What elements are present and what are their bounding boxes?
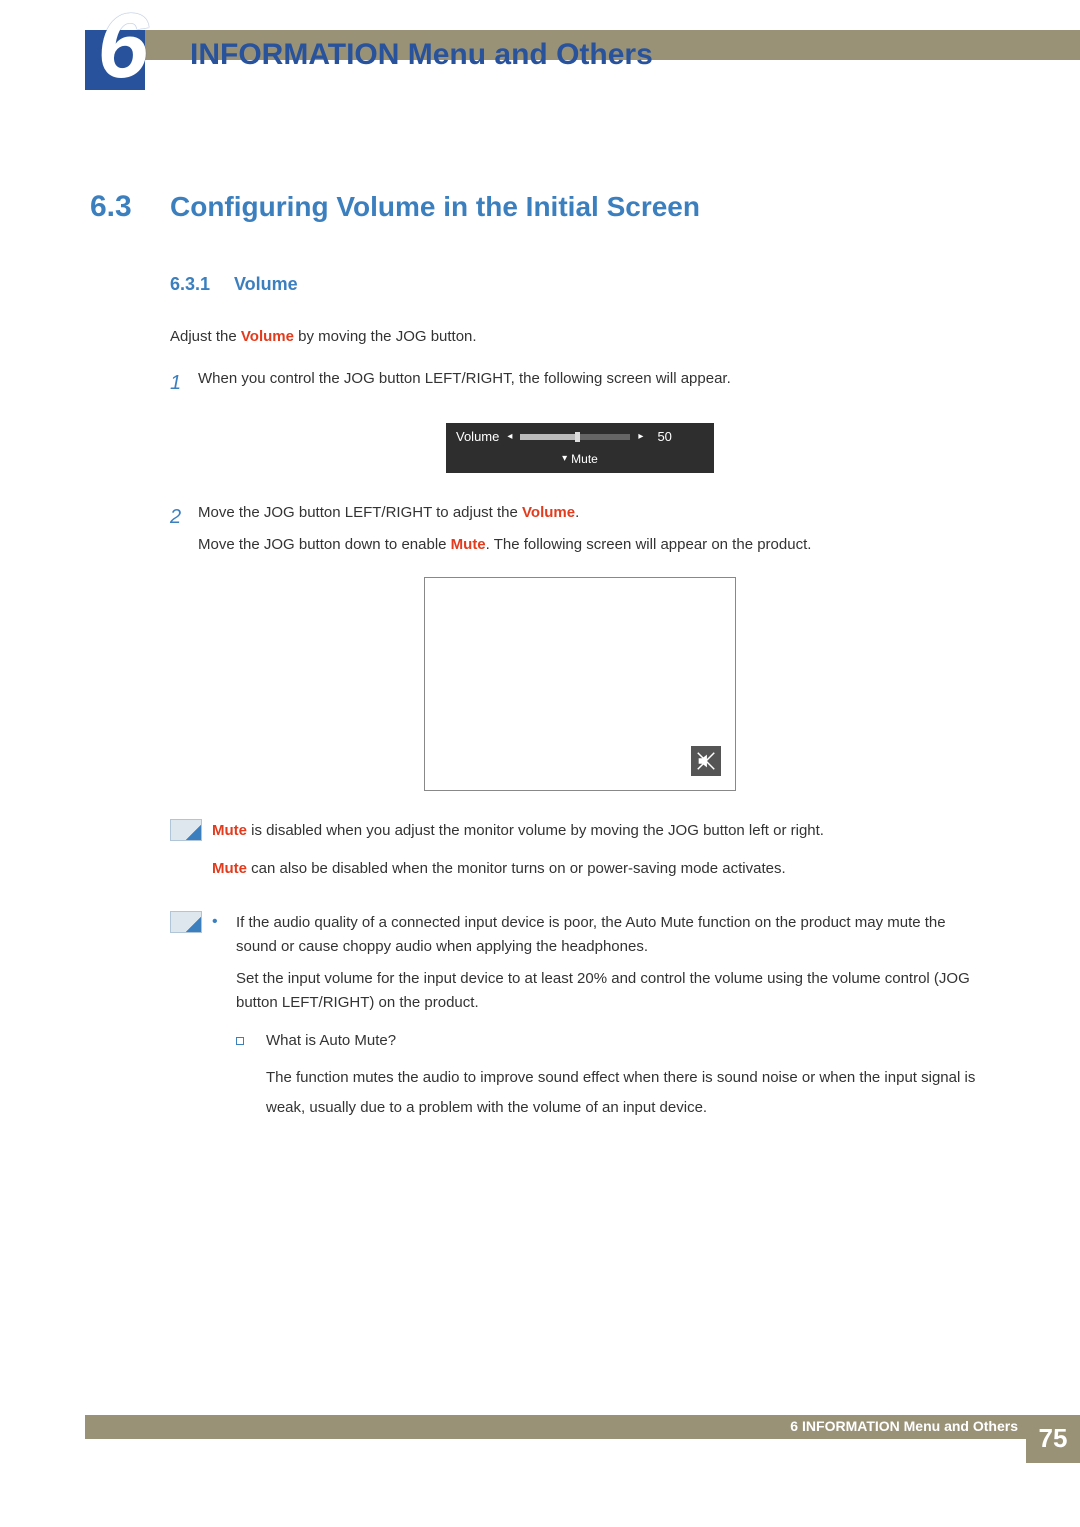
subsection-heading: 6.3.1 Volume xyxy=(170,274,990,295)
mute-keyword: Mute xyxy=(212,860,247,877)
note-icon xyxy=(170,819,202,841)
section-title: Configuring Volume in the Initial Screen xyxy=(170,191,700,223)
step-text: When you control the JOG button LEFT/RIG… xyxy=(198,367,990,399)
step-number: 1 xyxy=(170,367,198,399)
bullet-item: • If the audio quality of a connected in… xyxy=(212,911,990,1127)
note-block: Mute is disabled when you adjust the mon… xyxy=(170,819,990,895)
note-block: • If the audio quality of a connected in… xyxy=(170,911,990,1135)
bullet-marker: • xyxy=(212,911,236,1127)
mute-keyword: Mute xyxy=(212,822,247,839)
chapter-header: 6 INFORMATION Menu and Others xyxy=(0,0,1080,110)
page-footer: 6INFORMATION Menu and Others 75 xyxy=(0,1415,1080,1463)
note-line: Mute can also be disabled when the monit… xyxy=(212,857,990,881)
osd-track xyxy=(520,434,630,440)
step-1: 1 When you control the JOG button LEFT/R… xyxy=(170,367,990,399)
mute-keyword: Mute xyxy=(451,536,486,553)
section-heading: 6.3 Configuring Volume in the Initial Sc… xyxy=(90,190,990,224)
step-number: 2 xyxy=(170,501,198,557)
page-number: 75 xyxy=(1026,1415,1080,1463)
sub-bullet-answer: The function mutes the audio to improve … xyxy=(266,1063,990,1123)
bullet-text: Set the input volume for the input devic… xyxy=(236,967,990,1015)
triangle-down-icon: ▾ xyxy=(562,454,567,464)
note-icon xyxy=(170,911,202,933)
subsection-title: Volume xyxy=(234,274,298,295)
footer-title: 6INFORMATION Menu and Others xyxy=(790,1418,1018,1434)
osd-value: 50 xyxy=(657,427,671,448)
step-2: 2 Move the JOG button LEFT/RIGHT to adju… xyxy=(170,501,990,557)
volume-keyword: Volume xyxy=(241,328,294,345)
square-bullet-marker xyxy=(236,1037,244,1045)
osd-thumb xyxy=(575,432,580,442)
step-text: Move the JOG button LEFT/RIGHT to adjust… xyxy=(198,501,990,557)
sub-bullet-item: What is Auto Mute? The function mutes th… xyxy=(236,1029,990,1123)
mute-icon xyxy=(691,746,721,776)
intro-paragraph: Adjust the Volume by moving the JOG butt… xyxy=(170,325,990,349)
sub-bullet-question: What is Auto Mute? xyxy=(266,1029,990,1053)
triangle-left-icon: ◂ xyxy=(507,432,512,442)
osd-fill xyxy=(520,434,575,440)
osd-label: Volume xyxy=(456,427,499,448)
product-screen-illustration xyxy=(424,577,736,791)
volume-keyword: Volume xyxy=(522,504,575,521)
bullet-text: If the audio quality of a connected inpu… xyxy=(236,911,990,959)
osd-mute-label: Mute xyxy=(571,450,598,469)
section-number: 6.3 xyxy=(90,190,170,224)
osd-volume-bar: Volume ◂ ▸ 50 ▾ Mute xyxy=(446,423,714,473)
triangle-right-icon: ▸ xyxy=(638,432,643,442)
note-line: Mute is disabled when you adjust the mon… xyxy=(212,819,990,843)
chapter-number: 6 xyxy=(85,0,161,92)
chapter-title: INFORMATION Menu and Others xyxy=(190,38,653,72)
subsection-number: 6.3.1 xyxy=(170,274,234,295)
